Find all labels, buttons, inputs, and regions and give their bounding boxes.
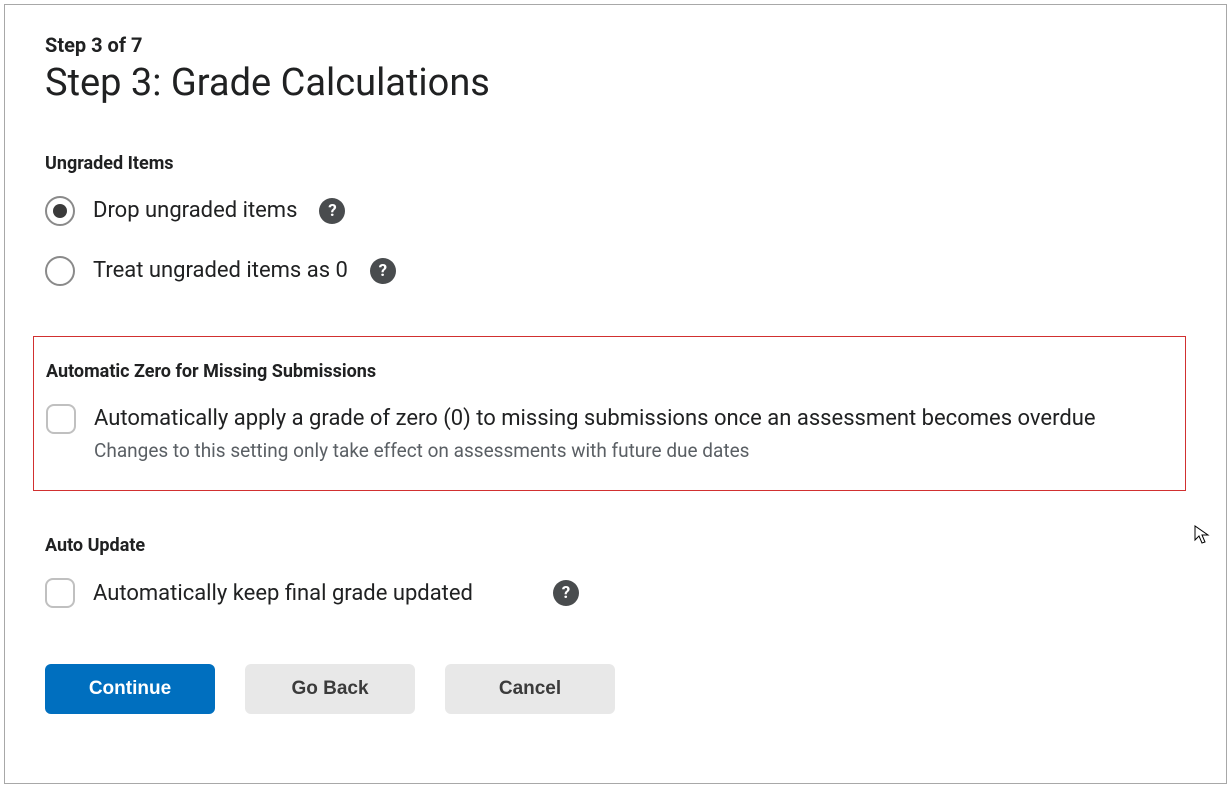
automatic-zero-checkbox[interactable] <box>46 404 76 434</box>
automatic-zero-heading: Automatic Zero for Missing Submissions <box>46 361 1173 382</box>
automatic-zero-hint: Changes to this setting only take effect… <box>94 439 1096 462</box>
automatic-zero-section: Automatic Zero for Missing Submissions A… <box>33 336 1186 492</box>
ungraded-items-radio-group: Drop ungraded items ? Treat ungraded ite… <box>45 196 1186 286</box>
continue-button[interactable]: Continue <box>45 664 215 714</box>
help-icon[interactable]: ? <box>319 198 345 224</box>
radio-row-treat-as-zero: Treat ungraded items as 0 ? <box>45 256 1186 286</box>
step-indicator: Step 3 of 7 <box>45 33 1186 57</box>
go-back-button[interactable]: Go Back <box>245 664 415 714</box>
ungraded-items-section: Ungraded Items Drop ungraded items ? Tre… <box>45 153 1186 286</box>
auto-update-section: Auto Update Automatically keep final gra… <box>45 535 1186 608</box>
automatic-zero-row: Automatically apply a grade of zero (0) … <box>46 404 1173 463</box>
radio-drop-ungraded-label: Drop ungraded items <box>93 198 297 223</box>
radio-treat-as-zero[interactable] <box>45 256 75 286</box>
automatic-zero-text-block: Automatically apply a grade of zero (0) … <box>94 404 1096 463</box>
page-title: Step 3: Grade Calculations <box>45 63 1186 105</box>
radio-treat-as-zero-label: Treat ungraded items as 0 <box>93 258 348 283</box>
radio-drop-ungraded[interactable] <box>45 196 75 226</box>
radio-row-drop-ungraded: Drop ungraded items ? <box>45 196 1186 226</box>
button-row: Continue Go Back Cancel <box>45 664 1186 714</box>
cancel-button[interactable]: Cancel <box>445 664 615 714</box>
auto-update-checkbox[interactable] <box>45 578 75 608</box>
wizard-panel: Step 3 of 7 Step 3: Grade Calculations U… <box>4 4 1227 784</box>
help-icon[interactable]: ? <box>553 580 579 606</box>
ungraded-items-heading: Ungraded Items <box>45 153 1186 174</box>
help-icon[interactable]: ? <box>370 258 396 284</box>
auto-update-label: Automatically keep final grade updated <box>93 581 473 606</box>
automatic-zero-label: Automatically apply a grade of zero (0) … <box>94 404 1096 434</box>
auto-update-heading: Auto Update <box>45 535 1186 556</box>
cursor-icon <box>1194 525 1210 545</box>
auto-update-row: Automatically keep final grade updated ? <box>45 578 1186 608</box>
